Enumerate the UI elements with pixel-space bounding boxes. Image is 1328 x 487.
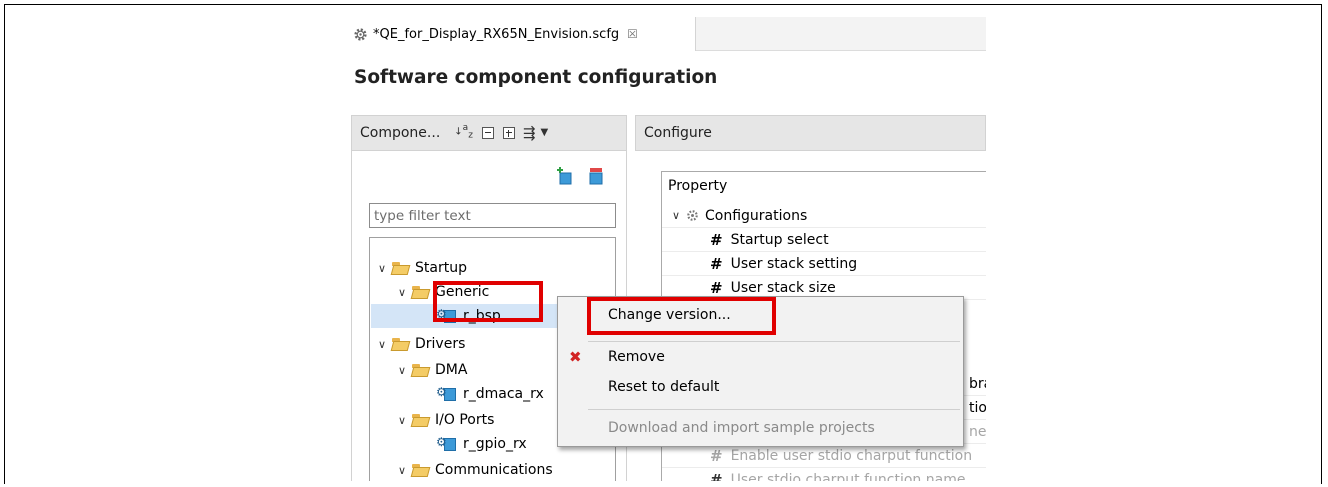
- tree-item-drivers[interactable]: ∨ Drivers: [376, 332, 465, 356]
- dropdown-arrow-icon[interactable]: ▼: [541, 126, 549, 140]
- editor-tab-label: *QE_for_Display_RX65N_Envision.scfg: [373, 26, 620, 42]
- configure-panel-title: Configure: [644, 125, 712, 141]
- chevron-down-icon[interactable]: ∨: [670, 209, 682, 222]
- gear-icon: [354, 27, 367, 41]
- folder-icon: [412, 463, 431, 477]
- hash-icon: #: [710, 254, 723, 273]
- filter-menu-icon[interactable]: ⇶: [523, 126, 536, 141]
- menu-item-label: Remove: [608, 349, 665, 365]
- menu-item-label: Change version...: [608, 307, 731, 323]
- folder-icon: [392, 261, 411, 275]
- menu-item-label: Download and import sample projects: [608, 420, 875, 436]
- tree-item-label: DMA: [435, 362, 468, 378]
- tree-item-label: Generic: [435, 284, 490, 300]
- chevron-down-icon[interactable]: ∨: [396, 286, 408, 299]
- add-component-icon[interactable]: [557, 167, 573, 185]
- property-label: tio: [969, 399, 986, 416]
- tree-item-generic[interactable]: ∨ Generic: [396, 280, 489, 304]
- menu-item-remove[interactable]: ✖ Remove: [558, 343, 963, 371]
- hash-icon: #: [710, 470, 723, 482]
- page-title: Software component configuration: [354, 67, 718, 88]
- tree-item-label: Startup: [415, 260, 467, 276]
- tree-item-label: Communications: [435, 462, 553, 478]
- components-panel-header: Compone... ↓az ⇶ ▼: [351, 115, 627, 151]
- editor-tab-strip: *QE_for_Display_RX65N_Envision.scfg ☒: [348, 17, 986, 51]
- property-label: bra: [969, 375, 986, 392]
- menu-item-reset-to-default[interactable]: Reset to default: [558, 373, 963, 401]
- collapse-all-icon[interactable]: [481, 127, 494, 139]
- folder-icon: [412, 413, 431, 427]
- component-icon: ⚙: [436, 307, 458, 325]
- property-group-label: Configurations: [705, 207, 808, 224]
- folder-icon: [412, 363, 431, 377]
- tree-item-r-bsp[interactable]: ⚙ r_bsp: [436, 304, 501, 328]
- folder-icon: [392, 337, 411, 351]
- menu-item-change-version[interactable]: Change version...: [558, 301, 963, 329]
- property-row-enable-user-stdio-charput[interactable]: # Enable user stdio charput function: [662, 444, 986, 468]
- hash-icon: #: [710, 278, 723, 297]
- property-row-user-stack-setting[interactable]: # User stack setting: [662, 252, 986, 276]
- tree-item-label: Drivers: [415, 336, 466, 352]
- menu-item-label: Reset to default: [608, 379, 720, 395]
- property-label: ne: [969, 423, 986, 440]
- tree-item-io-ports[interactable]: ∨ I/O Ports: [396, 408, 494, 432]
- hash-icon: #: [710, 230, 723, 249]
- tree-item-label: r_bsp: [463, 308, 501, 324]
- tree-item-r-dmaca-rx[interactable]: ⚙ r_dmaca_rx: [436, 382, 544, 406]
- chevron-down-icon[interactable]: ∨: [396, 414, 408, 427]
- tree-item-r-gpio-rx[interactable]: ⚙ r_gpio_rx: [436, 432, 527, 456]
- remove-component-icon[interactable]: [588, 167, 604, 185]
- property-label: User stdio charput function name: [730, 471, 966, 482]
- components-panel-title: Compone...: [360, 125, 441, 141]
- property-label: Enable user stdio charput function: [730, 447, 973, 464]
- tree-item-communications[interactable]: ∨ Communications: [396, 458, 553, 481]
- expand-all-icon[interactable]: [502, 127, 515, 139]
- tree-item-label: I/O Ports: [435, 412, 495, 428]
- hash-icon: #: [710, 446, 723, 465]
- chevron-down-icon[interactable]: ∨: [376, 338, 388, 351]
- tree-item-label: r_gpio_rx: [463, 436, 527, 452]
- tree-item-startup[interactable]: ∨ Startup: [376, 256, 467, 280]
- configure-panel-header: Configure: [635, 115, 986, 151]
- editor-tab[interactable]: *QE_for_Display_RX65N_Envision.scfg ☒: [348, 17, 696, 51]
- property-group-configurations[interactable]: ∨ Configurations: [662, 204, 986, 228]
- gear-icon: [687, 210, 698, 221]
- component-icon: ⚙: [436, 435, 458, 453]
- chevron-down-icon[interactable]: ∨: [396, 364, 408, 377]
- property-column-header: Property: [668, 178, 728, 194]
- property-label: Startup select: [730, 231, 829, 248]
- tree-item-label: r_dmaca_rx: [463, 386, 544, 402]
- tree-item-dma[interactable]: ∨ DMA: [396, 358, 467, 382]
- close-icon[interactable]: ☒: [627, 27, 638, 41]
- context-menu: Change version... ✖ Remove Reset to defa…: [557, 296, 964, 447]
- sort-alpha-icon[interactable]: ↓az: [454, 123, 473, 140]
- property-row-user-stdio-charput-name[interactable]: # User stdio charput function name: [662, 468, 986, 482]
- chevron-down-icon[interactable]: ∨: [376, 262, 388, 275]
- property-label: User stack setting: [730, 255, 858, 272]
- menu-separator: [588, 409, 960, 410]
- property-row-startup-select[interactable]: # Startup select: [662, 228, 986, 252]
- folder-icon: [412, 285, 431, 299]
- red-x-icon: ✖: [569, 348, 582, 366]
- menu-separator: [588, 341, 960, 342]
- chevron-down-icon[interactable]: ∨: [396, 464, 408, 477]
- component-icon: ⚙: [436, 385, 458, 403]
- filter-input[interactable]: [369, 203, 616, 228]
- property-label: User stack size: [730, 279, 836, 296]
- menu-item-download-samples: Download and import sample projects: [558, 414, 963, 442]
